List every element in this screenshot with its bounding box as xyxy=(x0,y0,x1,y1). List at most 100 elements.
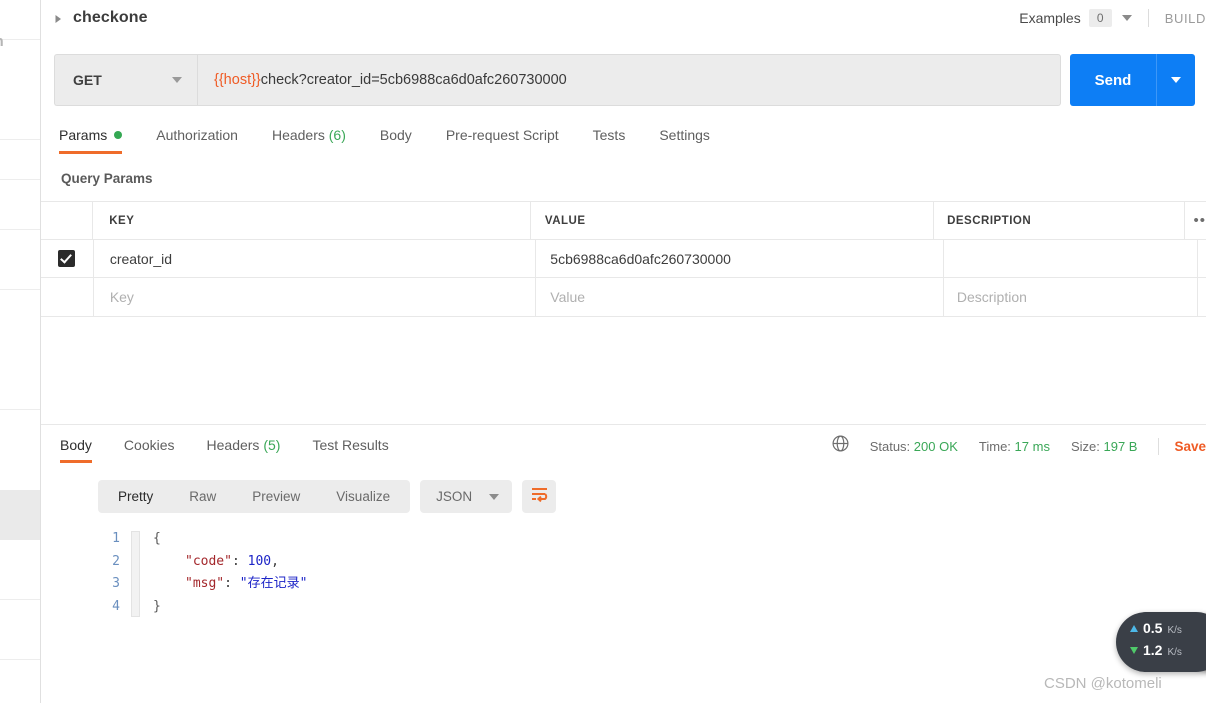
format-label: JSON xyxy=(436,489,473,504)
chevron-down-icon xyxy=(489,493,500,500)
status-badge: Status: 200 OK xyxy=(870,439,958,454)
build-button[interactable]: BUILD xyxy=(1165,11,1206,26)
fold-bar[interactable] xyxy=(131,531,140,617)
request-header: checkone Examples 0 BUILD xyxy=(41,0,1206,36)
header-cell-checkbox xyxy=(41,202,94,239)
tab-tests[interactable]: Tests xyxy=(576,127,643,154)
status-label: Status: xyxy=(869,438,911,454)
chevron-down-icon[interactable] xyxy=(1121,15,1132,21)
chevron-down-icon xyxy=(1171,77,1181,83)
tab-label: Body xyxy=(60,437,92,453)
divider xyxy=(1158,437,1160,455)
column-header-description: DESCRIPTION xyxy=(947,214,1032,227)
upload-speed-row: 0.5 K/s xyxy=(1130,620,1206,642)
size-stat: Size: 197 B xyxy=(1071,439,1138,454)
tab-authorization[interactable]: Authorization xyxy=(139,127,255,154)
page-title: checkone xyxy=(73,9,148,26)
arrow-down-icon xyxy=(1130,647,1138,654)
url-input[interactable]: {{host}} check?creator_id=5cb6988ca6d0afc… xyxy=(197,54,1061,106)
method-select[interactable]: GET xyxy=(54,54,197,106)
param-enabled-checkbox[interactable] xyxy=(58,250,76,267)
param-value-input[interactable]: 5cb6988ca6d0afc260730000 xyxy=(550,251,731,267)
word-wrap-button[interactable] xyxy=(522,480,557,513)
upload-value: 0.5 xyxy=(1143,620,1163,636)
strip-row[interactable] xyxy=(0,230,40,290)
tab-headers[interactable]: Headers (6) xyxy=(255,127,363,154)
tab-settings[interactable]: Settings xyxy=(642,127,727,154)
view-mode-preview[interactable]: Preview xyxy=(234,480,318,513)
upload-unit: K/s xyxy=(1167,625,1182,636)
response-tab-cookies[interactable]: Cookies xyxy=(108,437,191,463)
tab-label: Cookies xyxy=(123,437,175,453)
format-select[interactable]: JSON xyxy=(420,480,513,513)
strip-row-selected[interactable] xyxy=(0,490,40,540)
param-key-placeholder[interactable]: Key xyxy=(110,289,134,305)
response-body-code: 1 2 3 4 { "code": 100, "msg": "存在记录" } xyxy=(82,528,307,619)
strip-row[interactable] xyxy=(0,540,40,600)
send-group: Send xyxy=(1070,54,1195,106)
divider xyxy=(1147,9,1149,27)
strip-row[interactable] xyxy=(0,600,40,660)
size-value: 197 B xyxy=(1103,438,1138,454)
time-stat: Time: 17 ms xyxy=(979,439,1050,454)
strip-row[interactable] xyxy=(0,180,40,230)
response-divider xyxy=(41,424,1206,425)
query-params-table: KEY VALUE DESCRIPTION •• creator_id 5cb6… xyxy=(41,201,1206,317)
tab-label: Settings xyxy=(659,127,710,143)
save-response-button[interactable]: Save xyxy=(1174,439,1206,454)
size-label: Size: xyxy=(1070,438,1100,454)
line-number-gutter: 1 2 3 4 xyxy=(82,528,130,619)
triangle-right-icon[interactable] xyxy=(52,13,64,25)
tab-body[interactable]: Body xyxy=(363,127,429,154)
tab-label: Params xyxy=(59,127,108,143)
request-tabs: Params Authorization Headers (6) Body Pr… xyxy=(54,121,1206,154)
ellipsis-icon[interactable]: •• xyxy=(1193,213,1206,228)
tab-label: Test Results xyxy=(312,437,389,453)
download-value: 1.2 xyxy=(1143,642,1163,658)
json-separator: : xyxy=(231,553,248,569)
url-path: check?creator_id=5cb6988ca6d0afc26073000… xyxy=(260,72,567,88)
network-speed-widget[interactable]: 0.5 K/s 1.2 K/s xyxy=(1116,612,1206,672)
column-header-key: KEY xyxy=(109,214,135,227)
json-comma: , xyxy=(271,553,279,569)
view-mode-pretty[interactable]: Pretty xyxy=(100,480,171,513)
response-tab-headers[interactable]: Headers (5) xyxy=(191,437,297,463)
table-row: creator_id 5cb6988ca6d0afc260730000 xyxy=(41,240,1206,278)
tab-label: Body xyxy=(379,127,412,143)
param-key-input[interactable]: creator_id xyxy=(110,251,172,267)
table-header-row: KEY VALUE DESCRIPTION •• xyxy=(41,202,1206,240)
response-toolbar: Pretty Raw Preview Visualize JSON xyxy=(98,480,557,513)
tab-label: Tests xyxy=(592,127,626,143)
tab-label: Headers xyxy=(271,127,325,143)
url-bar: GET {{host}} check?creator_id=5cb6988ca6d… xyxy=(54,54,1195,106)
strip-row[interactable] xyxy=(0,290,40,410)
code-fold-rail[interactable] xyxy=(130,528,141,619)
view-mode-visualize[interactable]: Visualize xyxy=(318,480,408,513)
json-separator: : xyxy=(224,576,240,592)
json-value: 100 xyxy=(247,553,272,569)
tab-params[interactable]: Params xyxy=(54,127,139,154)
code-content[interactable]: { "code": 100, "msg": "存在记录" } xyxy=(153,528,307,619)
tab-label: Authorization xyxy=(156,127,238,143)
view-mode-raw[interactable]: Raw xyxy=(171,480,234,513)
tab-count: (6) xyxy=(328,127,346,143)
table-row-empty: Key Value Description xyxy=(41,278,1206,316)
send-options-button[interactable] xyxy=(1156,54,1195,106)
strip-row[interactable]: sh xyxy=(0,0,40,50)
param-value-placeholder[interactable]: Value xyxy=(550,289,585,305)
globe-icon[interactable] xyxy=(832,435,849,457)
strip-row[interactable] xyxy=(0,40,40,140)
send-button[interactable]: Send xyxy=(1070,54,1156,106)
strip-row[interactable] xyxy=(0,140,40,180)
json-key: "code" xyxy=(185,553,232,569)
response-tab-body[interactable]: Body xyxy=(54,437,108,463)
response-tabs: Body Cookies Headers (5) Test Results xyxy=(54,431,405,463)
tab-pre-request-script[interactable]: Pre-request Script xyxy=(429,127,576,154)
time-value: 17 ms xyxy=(1014,438,1050,454)
modified-dot-icon xyxy=(114,131,123,140)
tab-label: Headers xyxy=(206,437,260,453)
response-tab-test-results[interactable]: Test Results xyxy=(296,437,404,463)
param-description-placeholder[interactable]: Description xyxy=(957,289,1027,305)
request-header-actions: Examples 0 BUILD xyxy=(1019,0,1206,36)
download-speed-row: 1.2 K/s xyxy=(1130,642,1206,664)
